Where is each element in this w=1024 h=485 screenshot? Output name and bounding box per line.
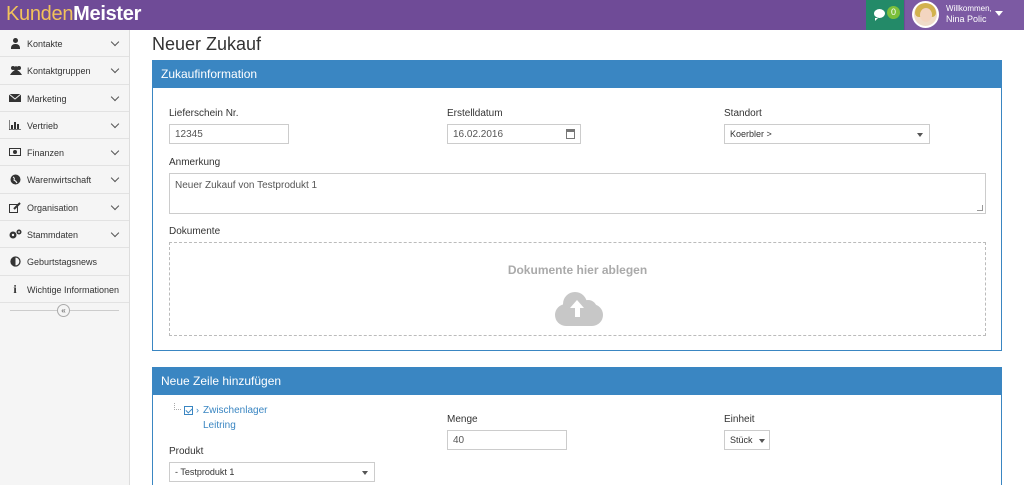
documents-dropzone[interactable]: Dokumente hier ablegen (169, 242, 986, 336)
sidebar-item-finanzen[interactable]: Finanzen (0, 139, 129, 167)
sidebar-item-stammdaten[interactable]: Stammdaten (0, 221, 129, 249)
chat-bubble-icon (874, 9, 885, 21)
caret-down-icon (917, 133, 923, 137)
sidebar-item-label: Kontakte (27, 39, 63, 49)
collapse-sidebar-button[interactable]: « (57, 303, 70, 317)
tree-node-leitring[interactable]: Leitring (203, 420, 236, 431)
new-line-panel: Neue Zeile hinzufügen › Zwischenlager Le… (152, 367, 1002, 485)
sidebar-item-organisation[interactable]: Organisation (0, 194, 129, 222)
tree-connector (174, 403, 181, 410)
chevron-down-icon (110, 228, 120, 238)
panel-title: Neue Zeile hinzufügen (153, 368, 1001, 395)
logo-part-meister: Meister (73, 3, 142, 25)
location-value: Koerbler > (730, 129, 772, 139)
half-circle-icon (9, 256, 21, 268)
tree-node-checkbox[interactable] (184, 406, 193, 415)
sidebar-item-label: Kontaktgruppen (27, 66, 91, 77)
user-welcome-text: Willkommen, (946, 4, 992, 13)
product-label: Produkt (169, 446, 204, 457)
group-icon (9, 65, 22, 76)
avatar (912, 1, 939, 28)
chevron-down-icon (110, 92, 120, 101)
chevron-down-icon (110, 37, 120, 47)
product-select[interactable]: - Testprodukt 1 (169, 462, 375, 482)
edit-icon (9, 202, 21, 213)
caret-down-icon (362, 471, 368, 475)
unit-select[interactable]: Stück (724, 430, 770, 450)
sidebar-item-label: Geburtstagsnews (27, 257, 98, 268)
chevron-down-icon (110, 146, 120, 156)
envelope-icon (8, 93, 22, 104)
money-icon (9, 147, 21, 158)
delivery-note-input[interactable]: 12345 (169, 124, 289, 144)
quantity-label: Menge (447, 414, 478, 425)
panel-title: Zukaufinformation (153, 61, 1001, 88)
location-label: Standort (724, 108, 762, 119)
sidebar-item-label: Warenwirtschaft (27, 175, 92, 186)
unit-label: Einheit (724, 414, 755, 425)
cloud-upload-icon (555, 292, 603, 326)
sidebar-item-label: Vertrieb (27, 120, 59, 131)
sidebar-item-wichtige-informationen[interactable]: i Wichtige Informationen (0, 276, 129, 303)
top-bar: KundenMeister 0 Willkommen, Nina Polic (0, 0, 1024, 30)
date-input[interactable]: 16.02.2016 (447, 124, 581, 144)
product-value: - Testprodukt 1 (175, 467, 235, 477)
info-icon: i (13, 281, 17, 296)
sidebar-item-label: Marketing (27, 93, 67, 104)
quantity-input[interactable]: 40 (447, 430, 567, 450)
app-logo[interactable]: KundenMeister (6, 3, 141, 26)
location-select[interactable]: Koerbler > (724, 124, 930, 144)
user-menu[interactable]: Willkommen, Nina Polic (905, 0, 1024, 30)
gears-icon (9, 229, 22, 240)
sidebar-item-kontaktgruppen[interactable]: Kontaktgruppen (0, 57, 129, 85)
globe-icon (9, 174, 21, 185)
sidebar-item-kontakte[interactable]: Kontakte (0, 30, 129, 58)
note-label: Anmerkung (169, 157, 221, 168)
purchase-info-panel: Zukaufinformation Lieferschein Nr. 12345… (152, 60, 1002, 351)
bar-chart-icon (8, 119, 21, 131)
user-name: Nina Polic (946, 14, 987, 24)
chevron-down-icon (110, 201, 120, 211)
date-label: Erstelldatum (447, 108, 503, 119)
tree-caret-icon[interactable]: › (196, 405, 199, 415)
logo-part-kunden: Kunden (6, 3, 74, 25)
sidebar-item-label: Wichtige Informationen (27, 284, 120, 295)
page-title: Neuer Zukauf (152, 34, 262, 54)
dropzone-text: Dokumente hier ablegen (507, 263, 648, 277)
sidebar: Kontakte Kontaktgruppen Marketing Vertri… (0, 30, 130, 485)
sidebar-item-warenwirtschaft[interactable]: Warenwirtschaft (0, 166, 129, 194)
note-value: Neuer Zukauf von Testprodukt 1 (175, 180, 318, 191)
caret-down-icon (759, 439, 765, 443)
chevron-down-icon (110, 65, 120, 74)
tree-node-zwischenlager[interactable]: Zwischenlager (203, 405, 267, 416)
sidebar-item-marketing[interactable]: Marketing (0, 85, 129, 112)
chat-count-badge: 0 (887, 6, 900, 19)
sidebar-collapse-row: « (0, 303, 129, 317)
sidebar-item-label: Organisation (27, 202, 79, 213)
unit-value: Stück (730, 435, 753, 445)
sidebar-item-label: Stammdaten (27, 230, 79, 241)
documents-label: Dokumente (169, 226, 221, 237)
caret-down-icon[interactable] (995, 11, 1003, 16)
chevron-down-icon (110, 119, 120, 129)
note-textarea[interactable]: Neuer Zukauf von Testprodukt 1 (169, 173, 986, 214)
calendar-icon[interactable] (566, 129, 575, 139)
chat-button[interactable]: 0 (866, 0, 904, 30)
person-icon (9, 38, 21, 49)
date-value: 16.02.2016 (453, 129, 504, 140)
chevron-down-icon (110, 174, 120, 183)
main-content: Neuer Zukauf Zukaufinformation Liefersch… (130, 30, 1024, 485)
sidebar-item-vertrieb[interactable]: Vertrieb (0, 112, 129, 140)
resize-handle-icon[interactable] (977, 205, 983, 211)
sidebar-item-label: Finanzen (27, 148, 65, 159)
sidebar-item-geburtstagsnews[interactable]: Geburtstagsnews (0, 248, 129, 276)
delivery-note-label: Lieferschein Nr. (169, 108, 239, 119)
